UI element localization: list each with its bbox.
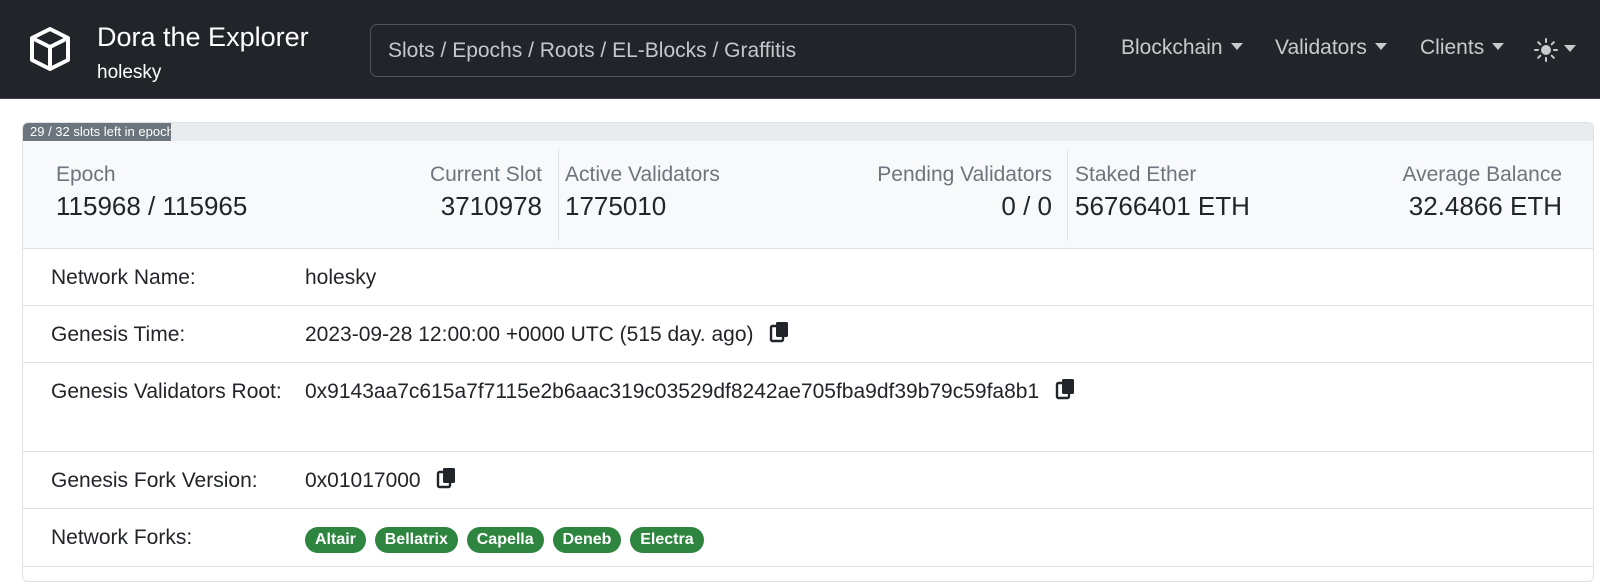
fork-version-value: 0x01017000 <box>305 469 421 492</box>
genesis-time-label: Genesis Time: <box>51 323 186 346</box>
stats-panel: Epoch 115968 / 115965 Current Slot 37109… <box>23 141 1593 249</box>
top-navbar: Dora the Explorer holesky Slots / Epochs… <box>0 0 1600 99</box>
genesis-time-value: 2023-09-28 12:00:00 +0000 UTC (515 day. … <box>305 323 754 346</box>
pending-validators-label: Pending Validators <box>877 163 1052 186</box>
active-validators-label: Active Validators <box>565 163 720 186</box>
network-forks-list: Altair Bellatrix Capella Deneb Electra <box>305 525 707 553</box>
genesis-root-label: Genesis Validators Root: <box>51 380 282 403</box>
epoch-label: Epoch <box>56 163 116 186</box>
chevron-down-icon <box>1492 43 1505 51</box>
search-input[interactable]: Slots / Epochs / Roots / EL-Blocks / Gra… <box>370 24 1076 77</box>
nav-validators-label: Validators <box>1275 36 1367 59</box>
sun-icon <box>1534 38 1558 63</box>
staked-ether-label: Staked Ether <box>1075 163 1197 186</box>
genesis-root-value-wrap: 0x9143aa7c615a7f7115e2b6aac319c03529df82… <box>305 375 1077 408</box>
nav-clients-dropdown[interactable]: Clients <box>1420 36 1505 60</box>
nav-validators-dropdown[interactable]: Validators <box>1275 36 1387 60</box>
network-name-label: Network Name: <box>51 266 196 289</box>
current-slot-value[interactable]: 3710978 <box>441 191 542 222</box>
fork-version-row: Genesis Fork Version: 0x01017000 <box>23 452 1593 509</box>
copy-icon[interactable] <box>769 320 791 344</box>
network-name-value: holesky <box>305 266 377 289</box>
fork-badge-deneb[interactable]: Deneb <box>552 527 622 553</box>
average-balance-label: Average Balance <box>1402 163 1562 186</box>
average-balance-value: 32.4866 ETH <box>1408 191 1562 221</box>
pending-validators-value: 0 / 0 <box>1001 191 1052 221</box>
fork-version-label: Genesis Fork Version: <box>51 469 258 492</box>
chevron-down-icon <box>1564 45 1576 53</box>
fork-badge-altair[interactable]: Altair <box>305 527 366 553</box>
current-slot-label: Current Slot <box>429 163 542 186</box>
nav-blockchain-label: Blockchain <box>1121 36 1223 59</box>
fork-badge-electra[interactable]: Electra <box>630 527 704 553</box>
cube-logo-icon[interactable] <box>26 25 74 73</box>
genesis-time-row: Genesis Time: 2023-09-28 12:00:00 +0000 … <box>23 306 1593 363</box>
fork-badge-capella[interactable]: Capella <box>466 527 544 553</box>
brand-title[interactable]: Dora the Explorer <box>97 22 309 53</box>
chevron-down-icon <box>1374 43 1387 51</box>
chevron-down-icon <box>1230 43 1243 51</box>
theme-toggle-dropdown[interactable] <box>1534 38 1576 63</box>
stats-divider <box>558 149 559 241</box>
active-validators-value: 1775010 <box>565 191 667 221</box>
stats-divider <box>1067 149 1068 241</box>
fork-version-value-wrap: 0x01017000 <box>305 464 458 497</box>
network-overview-card: 29 / 32 slots left in epoch Epoch 115968… <box>22 122 1594 582</box>
network-name-row: Network Name: holesky <box>23 249 1593 306</box>
nav-clients-label: Clients <box>1420 36 1485 59</box>
brand-network-name: holesky <box>97 62 162 83</box>
epoch-progress-fill: 29 / 32 slots left in epoch <box>23 123 171 141</box>
nav-blockchain-dropdown[interactable]: Blockchain <box>1121 36 1243 60</box>
copy-icon[interactable] <box>436 466 458 490</box>
copy-icon[interactable] <box>1055 377 1077 401</box>
genesis-root-row: Genesis Validators Root: 0x9143aa7c615a7… <box>23 363 1593 452</box>
fork-badge-bellatrix[interactable]: Bellatrix <box>374 527 458 553</box>
network-forks-row: Network Forks: Altair Bellatrix Capella … <box>23 509 1593 567</box>
genesis-time-value-wrap: 2023-09-28 12:00:00 +0000 UTC (515 day. … <box>305 318 791 351</box>
genesis-root-value: 0x9143aa7c615a7f7115e2b6aac319c03529df82… <box>305 380 1040 403</box>
staked-ether-value: 56766401 ETH <box>1075 191 1250 221</box>
epoch-progress-bar: 29 / 32 slots left in epoch <box>23 123 1593 141</box>
epoch-value[interactable]: 115968 / 115965 <box>56 191 247 222</box>
network-forks-label: Network Forks: <box>51 526 193 549</box>
